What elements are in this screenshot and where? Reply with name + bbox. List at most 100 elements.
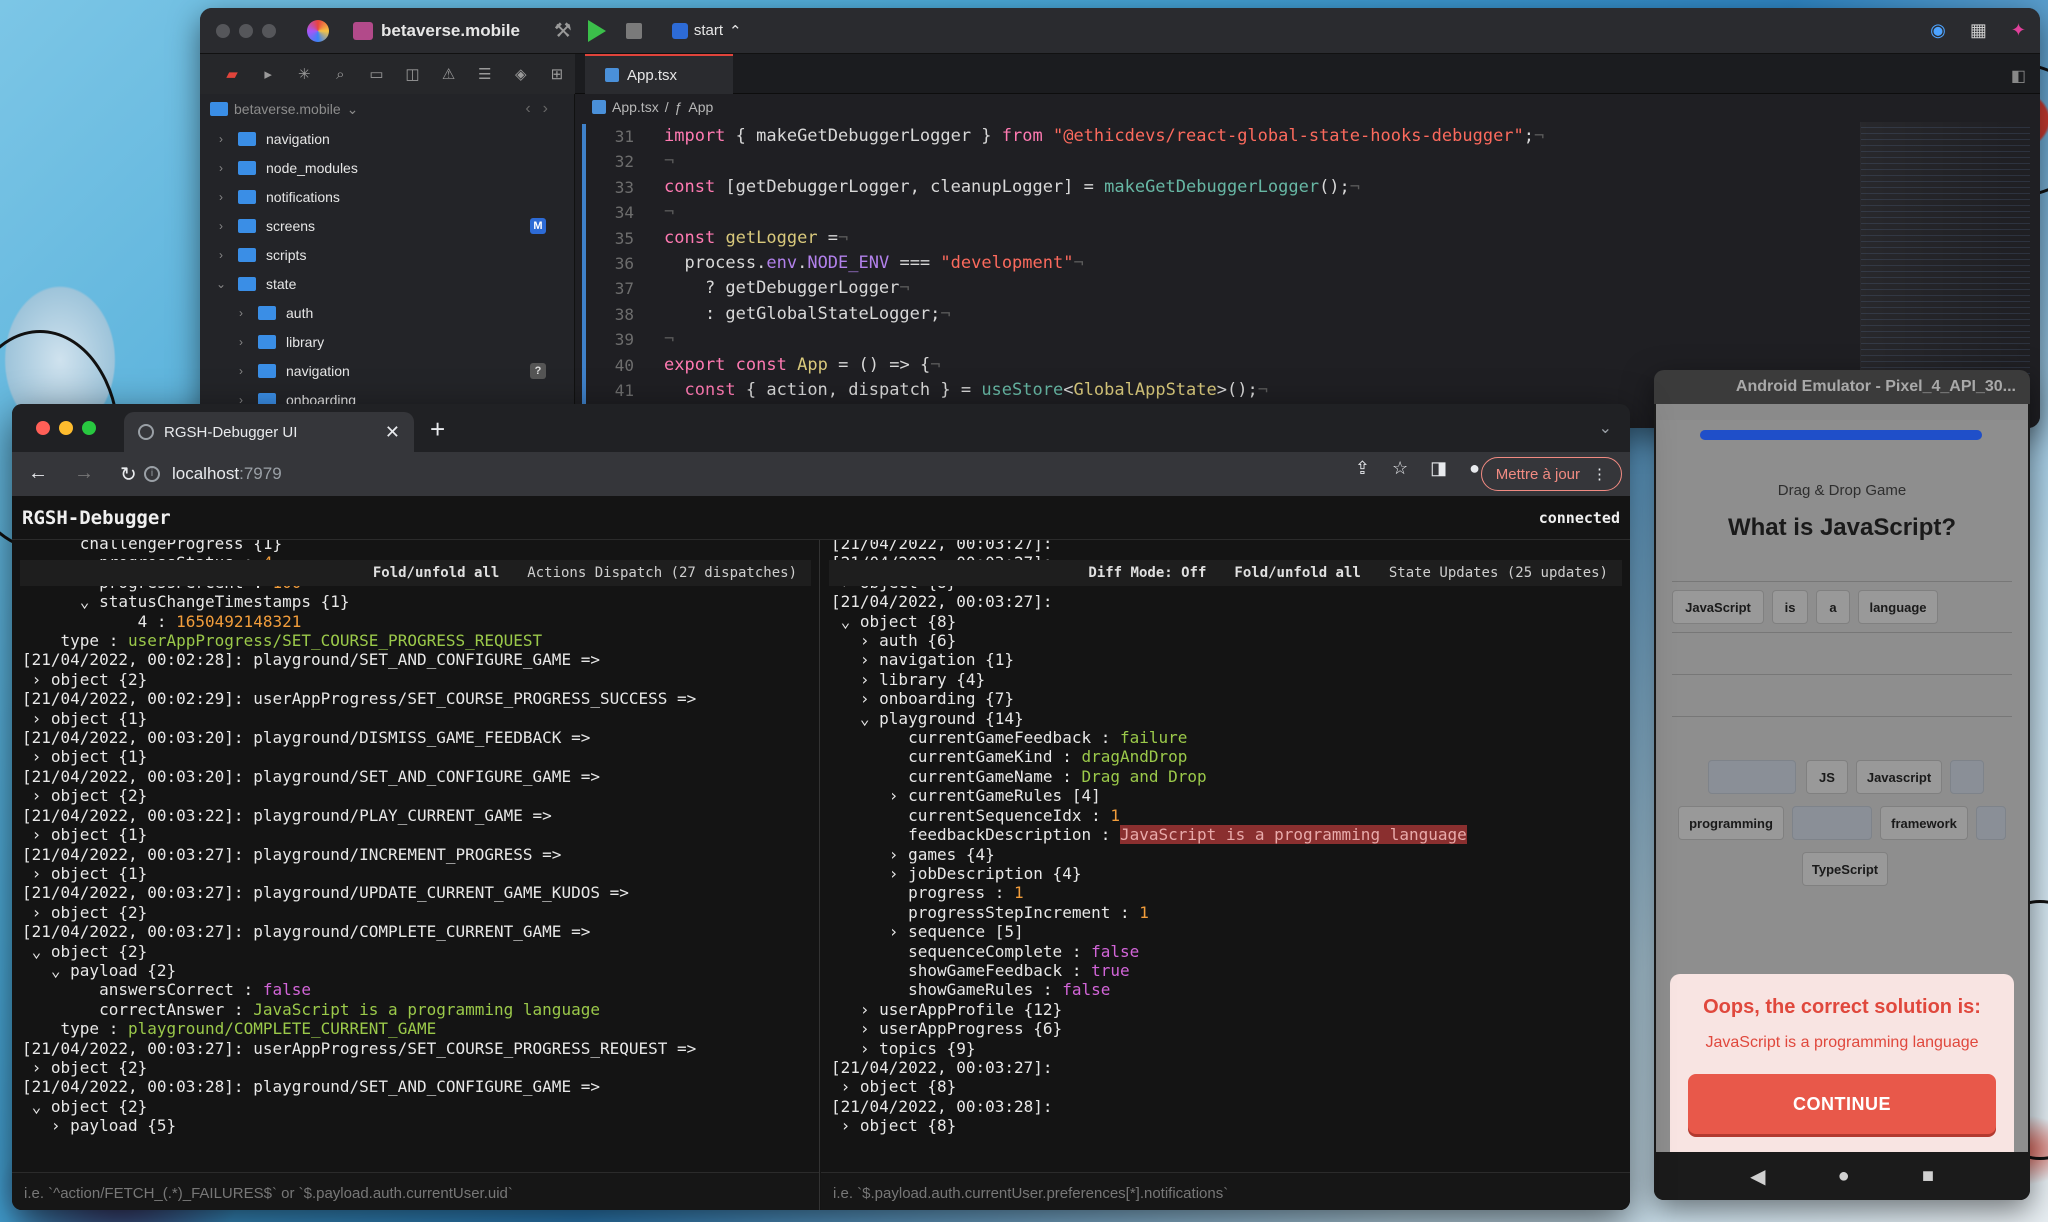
log-line[interactable]: [21/04/2022, 00:03:20]: playground/DISMI… [22, 728, 813, 747]
sidebar-item[interactable]: › auth [200, 298, 574, 327]
log-line[interactable]: › object {1} [22, 747, 813, 766]
kebab-menu-icon[interactable]: ⋮ [1592, 465, 1607, 483]
actions-filter-input[interactable]: i.e. `^action/FETCH_(.*)_FAILURES$` or `… [12, 1172, 819, 1210]
zoom-icon[interactable] [82, 421, 96, 435]
answer-chip[interactable]: a [1816, 590, 1850, 624]
sidebar-item[interactable]: › navigation? [200, 356, 574, 385]
log-line[interactable]: [21/04/2022, 00:03:27]: [831, 540, 1624, 553]
log-line[interactable]: › object {1} [22, 709, 813, 728]
profile-icon[interactable]: ● [1469, 458, 1480, 479]
run-play-icon[interactable] [587, 19, 606, 42]
chevron-right-icon[interactable]: › [214, 248, 228, 262]
log-line[interactable]: ⌄ object {2} [22, 1097, 813, 1116]
fold-all-button[interactable]: Fold/unfold all [1234, 565, 1360, 581]
log-line[interactable]: › games {4} [831, 845, 1624, 864]
chevron-right-icon[interactable]: › [214, 161, 228, 175]
chevron-right-icon[interactable]: › [234, 335, 248, 349]
log-line[interactable]: [21/04/2022, 00:03:28]: playground/SET_A… [22, 1077, 813, 1096]
log-line[interactable]: ⌄ statusChangeTimestamps {1} [22, 592, 813, 611]
folder-navigator-icon[interactable]: ▰ [214, 65, 250, 83]
split-editor-icon[interactable]: ◧ [2011, 66, 2026, 86]
log-line[interactable]: › navigation {1} [831, 650, 1624, 669]
log-line[interactable]: currentGameKind : dragAndDrop [831, 747, 1624, 766]
sidebar-item[interactable]: › node_modules [200, 153, 574, 182]
log-line[interactable]: › object {1} [22, 825, 813, 844]
log-line[interactable]: [21/04/2022, 00:03:22]: playground/PLAY_… [22, 806, 813, 825]
word-chip[interactable]: TypeScript [1802, 852, 1888, 886]
sidebar-item[interactable]: › scripts [200, 240, 574, 269]
test-icon[interactable]: ◫ [394, 65, 430, 83]
close-tab-icon[interactable]: ✕ [385, 422, 400, 443]
tab-app-tsx[interactable]: App.tsx [585, 54, 733, 94]
log-line[interactable]: ⌄ payload {2} [22, 961, 813, 980]
log-line[interactable]: [21/04/2022, 00:02:29]: userAppProgress/… [22, 689, 813, 708]
log-line[interactable]: type : userAppProgress/SET_COURSE_PROGRE… [22, 631, 813, 650]
side-panel-icon[interactable]: ◨ [1430, 458, 1447, 479]
word-chip[interactable]: Javascript [1856, 760, 1942, 794]
sidebar-item[interactable]: › library [200, 327, 574, 356]
log-line[interactable]: › object {8} [831, 1077, 1624, 1096]
log-line[interactable]: ⌄ object {8} [831, 612, 1624, 631]
share-icon[interactable]: ⇪ [1355, 458, 1370, 479]
word-chip[interactable]: framework [1880, 806, 1968, 840]
sparkle-icon[interactable]: ✦ [2011, 20, 2026, 41]
log-line[interactable]: currentSequenceIdx : 1 [831, 806, 1624, 825]
log-line[interactable]: [21/04/2022, 00:03:27]: [831, 592, 1624, 611]
log-line[interactable]: [21/04/2022, 00:03:27]: playground/INCRE… [22, 845, 813, 864]
back-icon[interactable]: ← [28, 462, 48, 487]
tab-search-icon[interactable]: ⌄ [1599, 418, 1612, 438]
log-line[interactable]: [21/04/2022, 00:03:27]: playground/UPDAT… [22, 883, 813, 902]
state-pane[interactable]: [21/04/2022, 00:03:27]: [21/04/2022, 00:0… [821, 540, 1630, 1210]
log-line[interactable]: type : playground/COMPLETE_CURRENT_GAME [22, 1019, 813, 1038]
sidebar-item[interactable]: ⌄ state [200, 269, 574, 298]
sidebar-item[interactable]: › screens M [200, 211, 574, 240]
log-line[interactable]: [21/04/2022, 00:03:27]: playground/COMPL… [22, 922, 813, 941]
log-line[interactable]: 4 : 1650492148321 [22, 612, 813, 631]
close-icon[interactable] [36, 421, 50, 435]
log-line[interactable]: › object {2} [22, 1058, 813, 1077]
minimize-icon[interactable] [239, 23, 253, 38]
log-line[interactable]: › auth {6} [831, 631, 1624, 650]
back-icon[interactable]: ◀ [1750, 1164, 1765, 1189]
chevron-down-icon[interactable]: ⌄ [214, 277, 228, 291]
search-icon[interactable]: ⌕ [322, 66, 358, 83]
answer-chip[interactable]: JavaScript [1672, 590, 1764, 624]
log-line[interactable]: answersCorrect : false [22, 980, 813, 999]
diff-mode-toggle[interactable]: Diff Mode: Off [1088, 565, 1206, 581]
answer-chip[interactable]: language [1858, 590, 1938, 624]
log-line[interactable]: › onboarding {7} [831, 689, 1624, 708]
navigator-root[interactable]: betaverse.mobile ⌄ ‹› [200, 94, 574, 124]
eye-icon[interactable]: ◉ [1930, 20, 1946, 41]
log-line[interactable]: › currentGameRules [4] [831, 786, 1624, 805]
actions-pane[interactable]: challengeProgress {1} progressStatus : 4… [12, 540, 820, 1210]
breakpoint-icon[interactable]: ◈ [503, 65, 539, 83]
word-chip[interactable]: programming [1678, 806, 1784, 840]
log-line[interactable]: [21/04/2022, 00:03:28]: [831, 1097, 1624, 1116]
zoom-icon[interactable] [262, 23, 276, 38]
log-line[interactable]: sequenceComplete : false [831, 942, 1624, 961]
log-line[interactable]: [21/04/2022, 00:03:27]: [831, 1058, 1624, 1077]
log-line[interactable]: challengeProgress {1} [22, 540, 813, 553]
log-line[interactable]: ⌄ object {2} [22, 942, 813, 961]
new-tab-icon[interactable]: + [430, 414, 445, 445]
sidebar-item[interactable]: › navigation [200, 124, 574, 153]
recents-icon[interactable]: ■ [1922, 1165, 1934, 1188]
log-line[interactable]: › topics {9} [831, 1039, 1624, 1058]
warning-icon[interactable]: ⚠ [431, 65, 467, 83]
log-line[interactable]: › object {8} [831, 1116, 1624, 1135]
navigator-history-arrows[interactable]: ‹› [525, 100, 560, 118]
log-line[interactable]: › object {2} [22, 903, 813, 922]
list-icon[interactable]: ☰ [467, 65, 503, 83]
chevron-right-icon[interactable]: › [214, 219, 228, 233]
continue-button[interactable]: CONTINUE [1688, 1074, 1996, 1134]
log-line[interactable]: showGameFeedback : true [831, 961, 1624, 980]
bookmark-star-icon[interactable]: ☆ [1392, 458, 1408, 479]
build-hammer-icon[interactable]: ⚒ [554, 18, 572, 43]
sidebar-item[interactable]: › notifications [200, 182, 574, 211]
info-icon[interactable]: i [144, 466, 160, 482]
stop-icon[interactable] [625, 22, 642, 39]
log-line[interactable]: feedbackDescription : JavaScript is a pr… [831, 825, 1624, 845]
answer-chip[interactable]: is [1772, 590, 1808, 624]
log-line[interactable]: currentGameName : Drag and Drop [831, 767, 1624, 786]
state-filter-input[interactable]: i.e. `$.payload.auth.currentUser.prefere… [821, 1172, 1630, 1210]
